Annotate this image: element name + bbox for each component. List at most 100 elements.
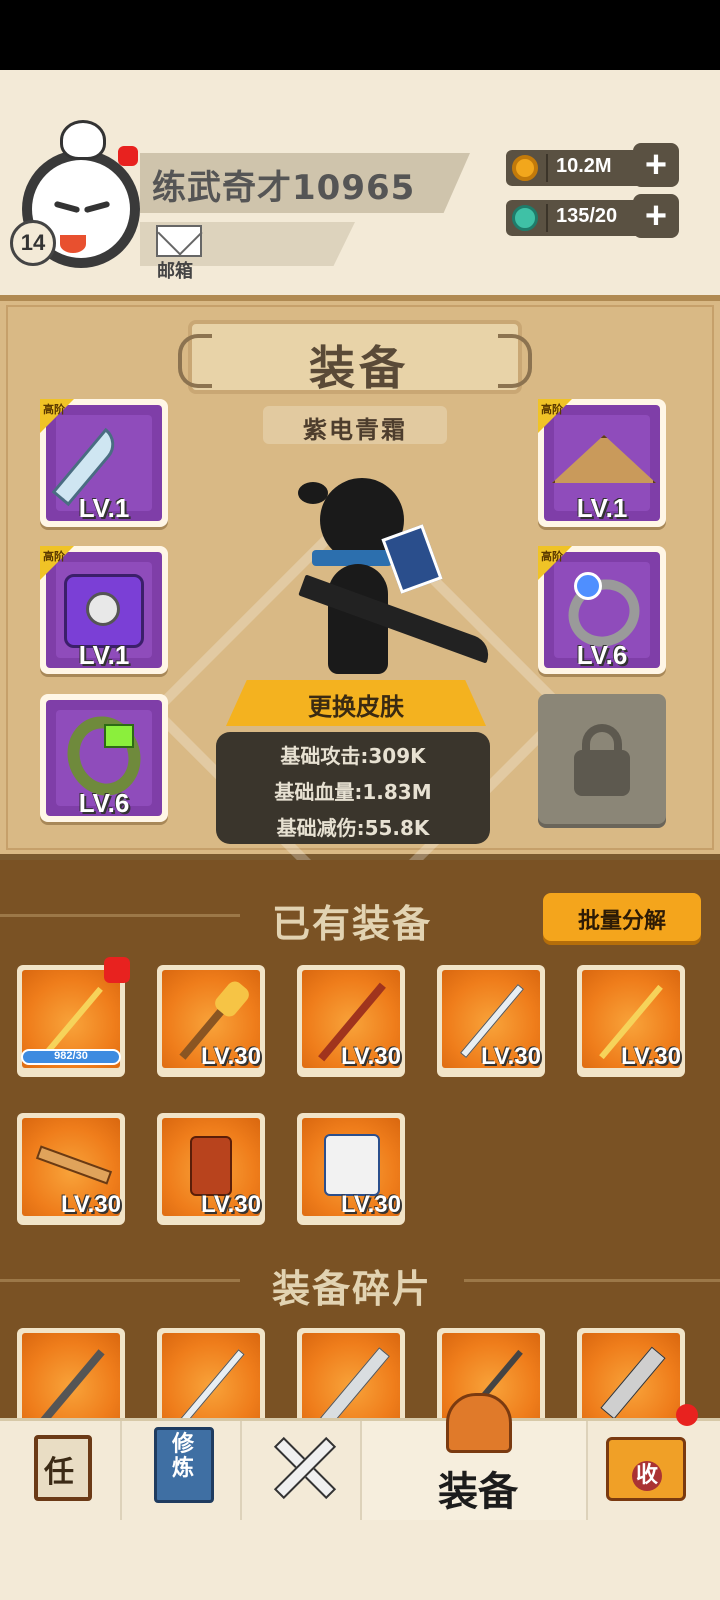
equipment-title-plate: 装备 [178,320,532,395]
fragment-item-saber[interactable] [297,1328,405,1431]
nav-collect-label: 收 [632,1461,662,1491]
add-coins-button[interactable]: + [633,143,679,187]
coin-separator [546,154,548,182]
change-skin-button[interactable]: 更换皮肤 [226,680,486,726]
lock-body [574,750,630,796]
fragments-title: 装备碎片 [272,1267,433,1311]
mail-label[interactable]: 邮箱 [157,257,193,283]
equip-slot-weapon[interactable]: 高阶 LV.1 [40,399,168,527]
bulk-decompose-label: 批量分解 [577,909,666,934]
fragment-item-mace[interactable] [17,1328,125,1431]
fragment-item-sword[interactable] [157,1328,265,1431]
red-armor-icon [190,1136,232,1196]
energy-counter: 135/20 [506,200,646,236]
saber-icon [320,1347,390,1427]
avatar-notification-dot [118,146,138,166]
card-background [22,1333,120,1431]
owned-item-red-armor[interactable]: LV.30 [157,1113,265,1225]
nav-cultivate-label: 修炼 [172,1432,195,1481]
item-level: LV.30 [620,1043,681,1070]
mace-icon [39,1349,105,1425]
card-background [302,1333,400,1431]
section-divider-left [0,914,240,917]
bracelet-gem-icon [104,724,134,748]
bulk-decompose-button[interactable]: 批量分解 [543,893,701,941]
owned-item-spear[interactable]: LV.30 [577,965,685,1077]
slot-level: LV.1 [78,493,130,523]
nav-collect[interactable]: 收 [588,1421,720,1523]
armor-gem-icon [86,592,120,626]
energy-amount: 135/20 [556,205,618,227]
card-background [162,1333,260,1431]
nav-equipment-label: 装备 [438,1469,518,1515]
coin-counter: 10.2M [506,150,646,186]
fragment-progress-text: 982/30 [54,1050,88,1062]
player-avatar[interactable]: 14 [10,120,146,270]
straw-hat-icon [552,435,656,483]
sword-icon [179,1349,245,1425]
owned-item-staff[interactable]: LV.30 [297,965,405,1077]
avatar-eye-right [83,200,111,214]
card-background [582,1333,680,1431]
tier-tag-label: 高阶 [541,403,563,416]
locked-slot[interactable] [538,694,666,824]
coin-amount: 10.2M [556,155,612,177]
change-skin-label: 更换皮肤 [308,693,404,721]
slot-level: LV.6 [78,788,130,818]
owned-item-sword[interactable]: LV.30 [437,965,545,1077]
energy-separator [546,204,548,232]
bottom-safe-area [0,1520,720,1600]
mail-icon[interactable] [156,225,202,257]
key-blade-icon [35,1145,113,1185]
player-level-badge: 14 [10,220,56,266]
skin-name-plate: 紫电青霜 [263,406,447,444]
item-level: LV.30 [200,1191,261,1218]
item-level: LV.30 [60,1191,121,1218]
owned-equipment-title: 已有装备 [272,902,433,946]
fragment-item-claw[interactable] [577,1328,685,1431]
helmet-icon [446,1393,512,1453]
item-level: LV.30 [200,1043,261,1070]
white-armor-icon [324,1134,380,1196]
nav-tasks[interactable]: 任 [0,1421,122,1523]
equip-slot-bracelet[interactable]: LV.6 [40,694,168,822]
owned-item-white-armor[interactable]: LV.30 [297,1113,405,1225]
stat-attack: 基础攻击:309K [280,744,426,768]
tier-tag-label: 高阶 [541,550,563,563]
avatar-beak [60,235,86,253]
hero-character [280,470,500,680]
collect-notification-dot [676,1404,698,1426]
item-level: LV.30 [340,1191,401,1218]
coin-icon [512,155,538,181]
claw-icon [600,1346,666,1420]
slot-level: LV.1 [78,640,130,670]
base-stats-box: 基础攻击:309K 基础血量:1.83M 基础减伤:55.8K [216,732,490,844]
item-level: LV.30 [480,1043,541,1070]
slot-level: LV.1 [576,493,628,523]
equip-slot-armor[interactable]: 高阶 LV.1 [40,546,168,674]
tier-tag-label: 高阶 [43,550,65,563]
skin-name: 紫电青霜 [303,416,407,444]
section-divider-left [0,1279,240,1282]
book-icon [381,524,443,594]
stat-health: 基础血量:1.83M [274,780,432,804]
equip-slot-hat[interactable]: 高阶 LV.1 [538,399,666,527]
nav-battle[interactable] [242,1421,362,1523]
owned-item-mace[interactable]: LV.30 [157,965,265,1077]
equipment-title: 装备 [309,341,409,395]
energy-orb-icon [512,205,538,231]
nav-equipment[interactable]: 装备 [362,1393,588,1523]
nav-tasks-label: 任 [44,1455,74,1490]
ring-gem-icon [574,572,602,600]
nav-cultivate[interactable]: 修炼 [122,1421,242,1523]
owned-item-key-blade[interactable]: LV.30 [17,1113,125,1225]
add-energy-button[interactable]: + [633,194,679,238]
stat-damage-reduction: 基础减伤:55.8K [276,816,430,840]
tier-tag-label: 高阶 [43,403,65,416]
avatar-eye-left [53,200,81,214]
item-level: LV.30 [340,1043,401,1070]
equip-slot-ring[interactable]: 高阶 LV.6 [538,546,666,674]
status-bar [0,0,720,70]
new-item-dot [104,957,130,983]
fragment-progress-bar: 982/30 [21,1049,121,1065]
